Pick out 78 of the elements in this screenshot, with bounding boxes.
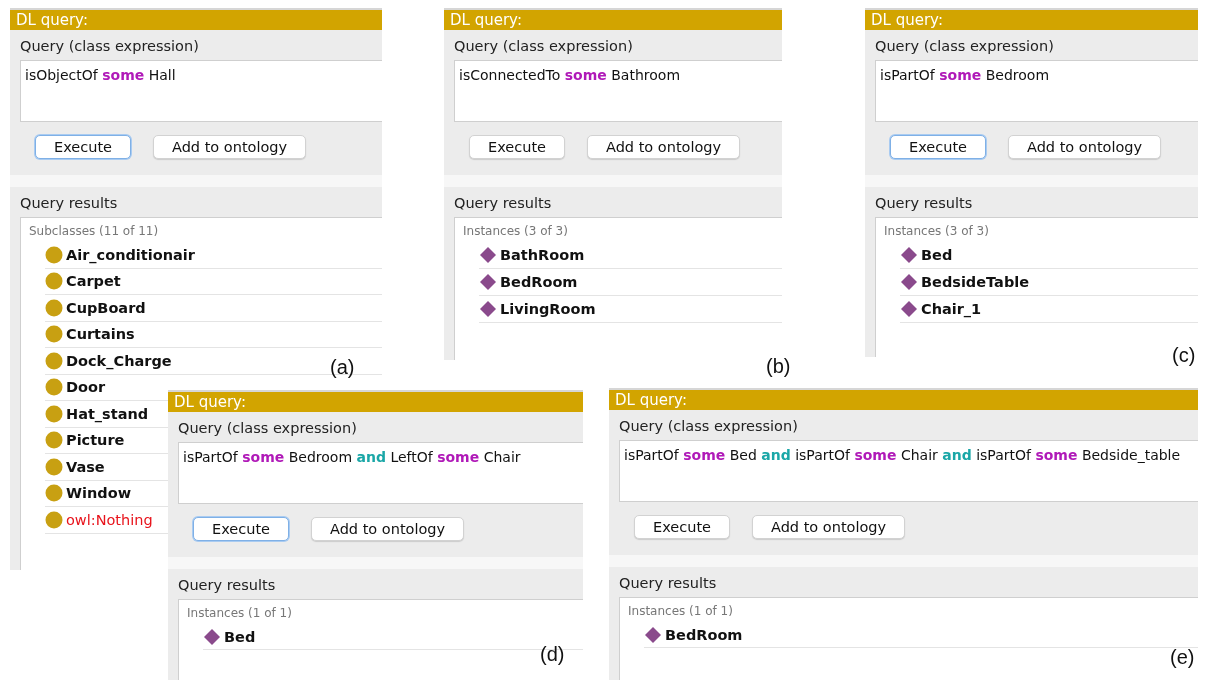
panel-title: DL query:: [444, 10, 782, 30]
circle-icon: [45, 484, 63, 503]
execute-button[interactable]: Execute: [35, 135, 131, 159]
result-item[interactable]: Bed: [224, 628, 256, 645]
result-item[interactable]: Carpet: [66, 273, 121, 290]
diamond-icon: [479, 300, 497, 318]
result-item[interactable]: Window: [66, 485, 132, 502]
result-item[interactable]: Dock_Charge: [66, 352, 172, 369]
query-label: Query (class expression): [875, 37, 1055, 56]
results-header: Instances (1 of 1): [627, 604, 734, 620]
diamond-icon: [479, 246, 497, 264]
figure-caption: (d): [540, 643, 565, 666]
figure-caption: (e): [1170, 646, 1195, 669]
panel-title: DL query:: [865, 10, 1198, 30]
query-label: Query (class expression): [20, 37, 200, 56]
result-item[interactable]: owl:Nothing: [66, 511, 153, 528]
panel-title: DL query:: [10, 10, 382, 30]
query-field[interactable]: isObjectOf some Hall: [20, 60, 382, 122]
panel-title: DL query:: [168, 392, 583, 412]
circle-icon: [45, 245, 63, 264]
result-item[interactable]: CupBoard: [66, 299, 146, 316]
result-item[interactable]: BedRoom: [665, 626, 743, 643]
execute-button[interactable]: Execute: [634, 515, 730, 539]
add-to-ontology-button[interactable]: Add to ontology: [153, 135, 307, 159]
query-label: Query (class expression): [454, 37, 634, 56]
query-field[interactable]: isPartOf some Bed and isPartOf some Chair and isPartOf some Bedside_table: [619, 440, 1198, 502]
add-to-ontology-button[interactable]: Add to ontology: [1008, 135, 1162, 159]
diamond-icon: [203, 627, 221, 646]
execute-button[interactable]: Execute: [193, 517, 289, 541]
result-item[interactable]: Hat_stand: [66, 405, 149, 422]
results-label: Query results: [20, 194, 119, 213]
figure-caption: (b): [766, 355, 791, 378]
result-item[interactable]: Curtains: [66, 326, 135, 343]
result-item[interactable]: Vase: [66, 458, 105, 475]
circle-icon: [45, 378, 63, 397]
results-label: Query results: [875, 194, 974, 213]
query-field[interactable]: isPartOf some Bedroom and LeftOf some Chair: [178, 442, 583, 504]
circle-icon: [45, 325, 63, 344]
results-label: Query results: [619, 574, 718, 593]
panel-title: DL query:: [609, 390, 1198, 410]
circle-icon: [45, 510, 63, 529]
query-label: Query (class expression): [619, 417, 799, 436]
result-item[interactable]: LivingRoom: [500, 301, 596, 317]
results-header: Instances (3 of 3): [462, 224, 569, 240]
result-item[interactable]: BedsideTable: [921, 274, 1030, 290]
query-field[interactable]: isPartOf some Bedroom: [875, 60, 1198, 122]
circle-icon: [45, 404, 63, 423]
circle-icon: [45, 298, 63, 317]
results-label: Query results: [454, 194, 553, 213]
execute-button[interactable]: Execute: [890, 135, 986, 159]
results-label: Query results: [178, 576, 277, 595]
diamond-icon: [900, 300, 918, 318]
circle-icon: [45, 457, 63, 476]
result-item[interactable]: Door: [66, 379, 106, 396]
figure-caption: (c): [1172, 344, 1196, 367]
result-item[interactable]: Air_conditionair: [66, 246, 195, 263]
add-to-ontology-button[interactable]: Add to ontology: [752, 515, 906, 539]
result-item[interactable]: Bed: [921, 247, 953, 263]
result-item[interactable]: Chair_1: [921, 301, 982, 317]
results-header: Subclasses (11 of 11): [28, 224, 160, 240]
diamond-icon: [644, 625, 662, 644]
diamond-icon: [900, 246, 918, 264]
add-to-ontology-button[interactable]: Add to ontology: [311, 517, 465, 541]
execute-button[interactable]: Execute: [469, 135, 565, 159]
query-field[interactable]: isConnectedTo some Bathroom: [454, 60, 782, 122]
circle-icon: [45, 272, 63, 291]
figure-caption: (a): [330, 356, 355, 379]
result-item[interactable]: BedRoom: [500, 274, 578, 290]
circle-icon: [45, 431, 63, 450]
result-item[interactable]: Picture: [66, 432, 125, 449]
diamond-icon: [900, 273, 918, 291]
results-header: Instances (1 of 1): [186, 606, 293, 622]
result-item[interactable]: BathRoom: [500, 247, 585, 263]
diamond-icon: [479, 273, 497, 291]
results-header: Instances (3 of 3): [883, 224, 990, 240]
add-to-ontology-button[interactable]: Add to ontology: [587, 135, 741, 159]
circle-icon: [45, 351, 63, 370]
query-label: Query (class expression): [178, 419, 358, 438]
